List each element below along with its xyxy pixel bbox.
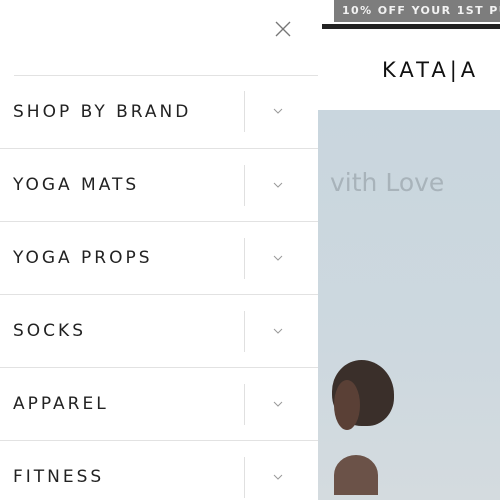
menu-item-label: SHOP BY BRAND — [13, 101, 192, 122]
hero-heading: vith Love — [330, 168, 445, 197]
menu-item-shop-by-brand[interactable]: SHOP BY BRAND — [0, 75, 318, 148]
navigation-drawer: SHOP BY BRAND YOGA MATS YOGA PROPS SOCKS — [0, 0, 318, 500]
menu-item-label: FITNESS — [13, 467, 105, 487]
chevron-down-icon[interactable] — [272, 398, 284, 410]
menu-divider — [244, 91, 245, 132]
chevron-down-icon[interactable] — [272, 179, 284, 191]
hero-person-body — [334, 455, 378, 495]
menu-item-label: SOCKS — [13, 321, 86, 341]
menu-divider — [244, 238, 245, 279]
menu-divider — [244, 311, 245, 352]
promo-banner[interactable]: 10% OFF YOUR 1ST PU — [334, 0, 500, 22]
hero-banner[interactable]: vith Love — [314, 110, 500, 500]
chevron-down-icon[interactable] — [272, 105, 284, 117]
close-icon — [275, 21, 291, 37]
chevron-down-icon[interactable] — [272, 252, 284, 264]
menu-item-yoga-mats[interactable]: YOGA MATS — [0, 148, 318, 221]
menu-divider — [244, 165, 245, 206]
site-logo[interactable]: KATA|A — [382, 58, 479, 82]
promo-underline — [322, 24, 500, 29]
menu-item-fitness[interactable]: FITNESS — [0, 440, 318, 500]
hero-person-face — [334, 380, 360, 430]
chevron-down-icon[interactable] — [272, 325, 284, 337]
menu-item-label: APPAREL — [13, 394, 109, 414]
menu-item-label: YOGA PROPS — [13, 248, 153, 268]
drawer-menu: SHOP BY BRAND YOGA MATS YOGA PROPS SOCKS — [0, 75, 318, 500]
close-button[interactable] — [270, 16, 296, 42]
menu-item-apparel[interactable]: APPAREL — [0, 367, 318, 440]
menu-divider — [244, 384, 245, 425]
menu-divider — [244, 457, 245, 498]
menu-item-label: YOGA MATS — [13, 175, 140, 195]
menu-item-yoga-props[interactable]: YOGA PROPS — [0, 221, 318, 294]
menu-item-socks[interactable]: SOCKS — [0, 294, 318, 367]
chevron-down-icon[interactable] — [272, 471, 284, 483]
